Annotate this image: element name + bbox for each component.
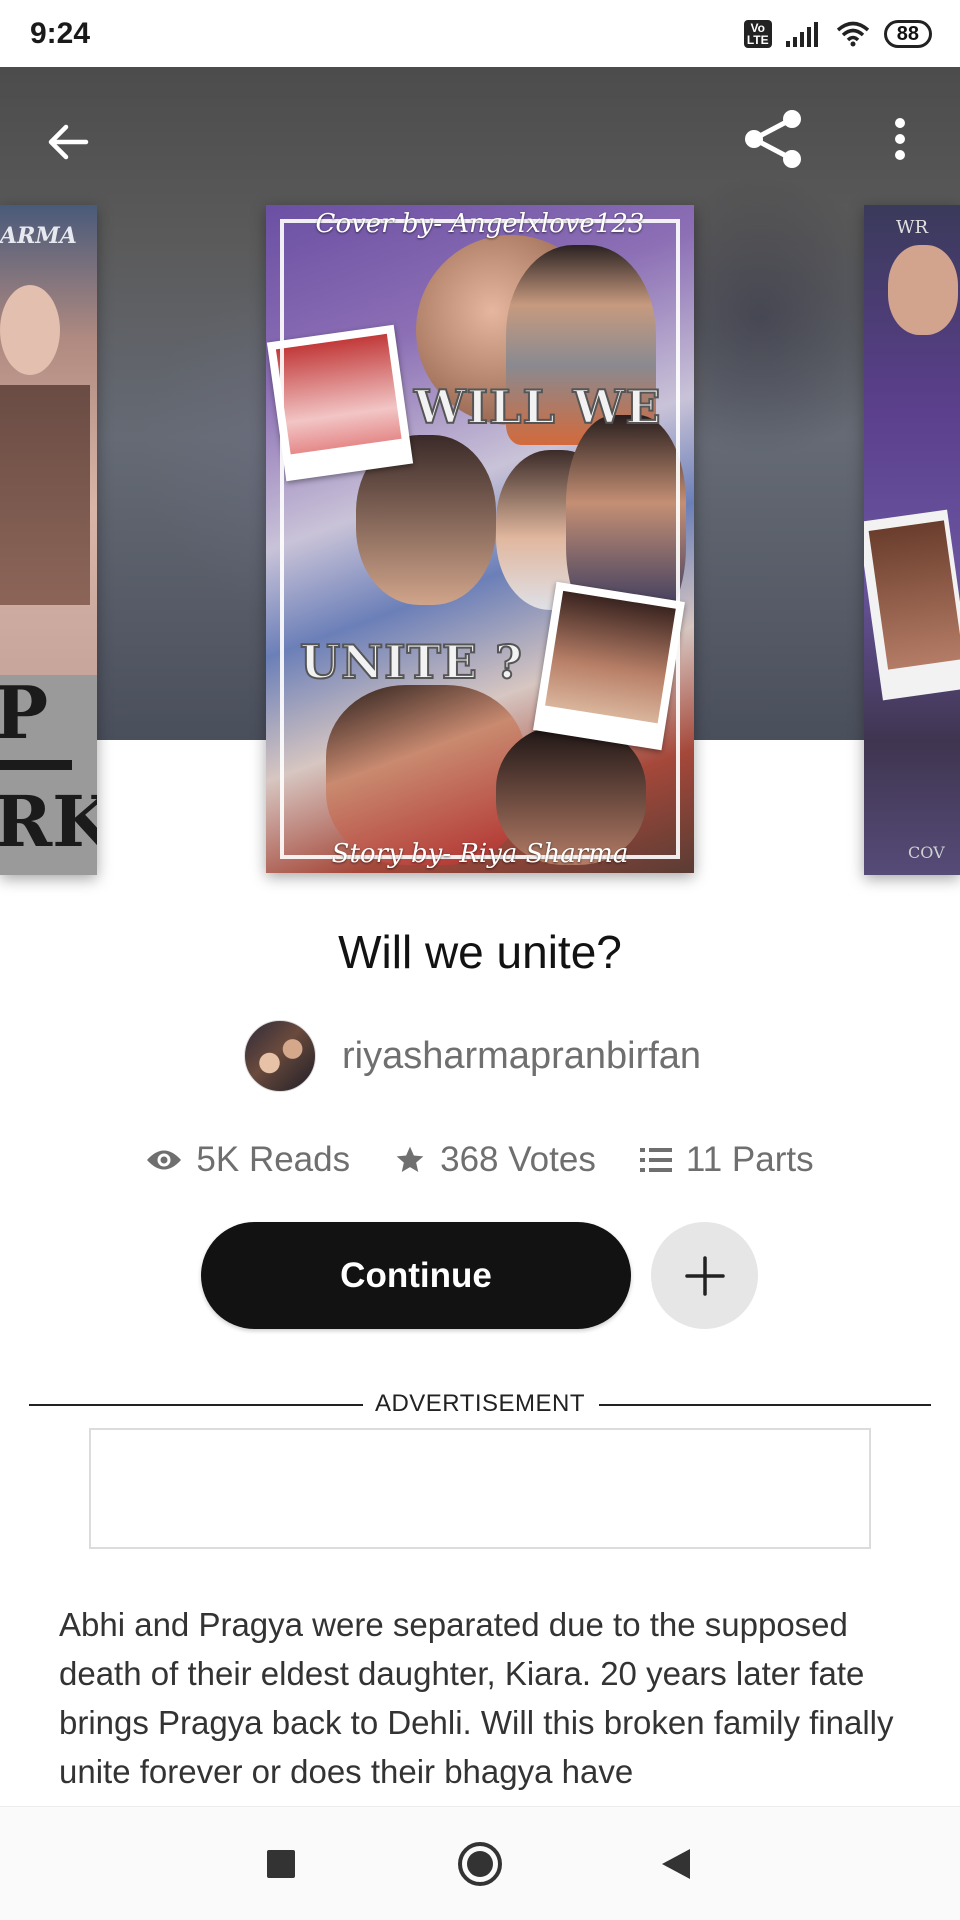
share-icon <box>745 110 801 168</box>
circle-home-icon <box>458 1842 502 1886</box>
status-bar: 9:24 Vo LTE 88 <box>0 0 960 67</box>
cover-portrait <box>0 285 60 375</box>
cover-rule <box>0 760 72 770</box>
add-to-library-button[interactable] <box>651 1222 758 1329</box>
author-name[interactable]: riyasharmapranbirfan <box>342 1035 701 1078</box>
star-icon <box>396 1146 424 1172</box>
ad-label: ADVERTISEMENT <box>374 1390 586 1417</box>
square-icon <box>267 1850 295 1878</box>
more-options-button[interactable] <box>872 107 928 171</box>
side-cover-text: ARMA <box>0 223 77 249</box>
author-row[interactable]: riyasharmapranbirfan <box>244 1020 701 1092</box>
cover-credit-top: Cover by- Angelxlove123 <box>315 209 645 239</box>
share-button[interactable] <box>738 103 810 175</box>
parts-stat: 11 Parts <box>639 1140 814 1180</box>
eye-icon <box>147 1150 182 1170</box>
side-cover-text: COV <box>908 843 945 862</box>
ad-banner[interactable] <box>89 1428 871 1549</box>
parts-count: 11 Parts <box>685 1140 814 1179</box>
cover-title-line-1: WILL WE <box>413 379 662 435</box>
system-nav-bar <box>0 1806 960 1920</box>
volte-icon: Vo LTE <box>743 19 772 48</box>
reads-stat: 5K Reads <box>146 1140 350 1180</box>
ad-divider: ADVERTISEMENT <box>29 1390 931 1420</box>
side-cover-text: P <box>0 670 49 755</box>
prev-story-cover[interactable]: ARMA P RK <box>0 205 97 875</box>
votes-count: 368 Votes <box>440 1140 596 1179</box>
status-time: 9:24 <box>30 16 91 50</box>
arrow-left-icon <box>48 124 89 160</box>
list-icon <box>639 1148 672 1172</box>
story-cover[interactable]: Cover by- Angelxlove123 WILL WE UNITE ? … <box>266 205 694 873</box>
cover-credit-bottom: Story by- Riya Sharma <box>331 839 629 869</box>
story-description: Abhi and Pragya were separated due to th… <box>59 1606 894 1790</box>
back-button[interactable] <box>38 112 98 172</box>
plus-icon <box>684 1255 725 1296</box>
status-icons: Vo LTE 88 <box>743 19 932 48</box>
battery-icon: 88 <box>883 19 932 48</box>
cover-portrait <box>888 245 958 335</box>
avatar[interactable] <box>244 1020 316 1092</box>
recents-button[interactable] <box>221 1807 341 1920</box>
cover-frame <box>280 219 680 859</box>
next-story-cover[interactable]: WR COV <box>864 205 960 875</box>
side-cover-text: WR <box>896 217 929 238</box>
continue-button[interactable]: Continue <box>201 1222 631 1329</box>
signal-icon <box>785 21 818 47</box>
votes-stat: 368 Votes <box>394 1140 596 1180</box>
story-title: Will we unite? <box>338 926 622 978</box>
side-cover-text: RK <box>0 780 97 863</box>
back-nav-button[interactable] <box>616 1807 736 1920</box>
cover-hair <box>0 385 90 605</box>
triangle-back-icon <box>662 1849 690 1879</box>
more-vertical-icon <box>895 118 905 160</box>
wifi-icon <box>836 21 869 46</box>
reads-count: 5K Reads <box>196 1140 351 1179</box>
home-button[interactable] <box>420 1807 540 1920</box>
cover-title-line-2: UNITE ? <box>299 634 523 690</box>
story-stats: 5K Reads 368 Votes 11 Parts <box>0 1140 960 1180</box>
